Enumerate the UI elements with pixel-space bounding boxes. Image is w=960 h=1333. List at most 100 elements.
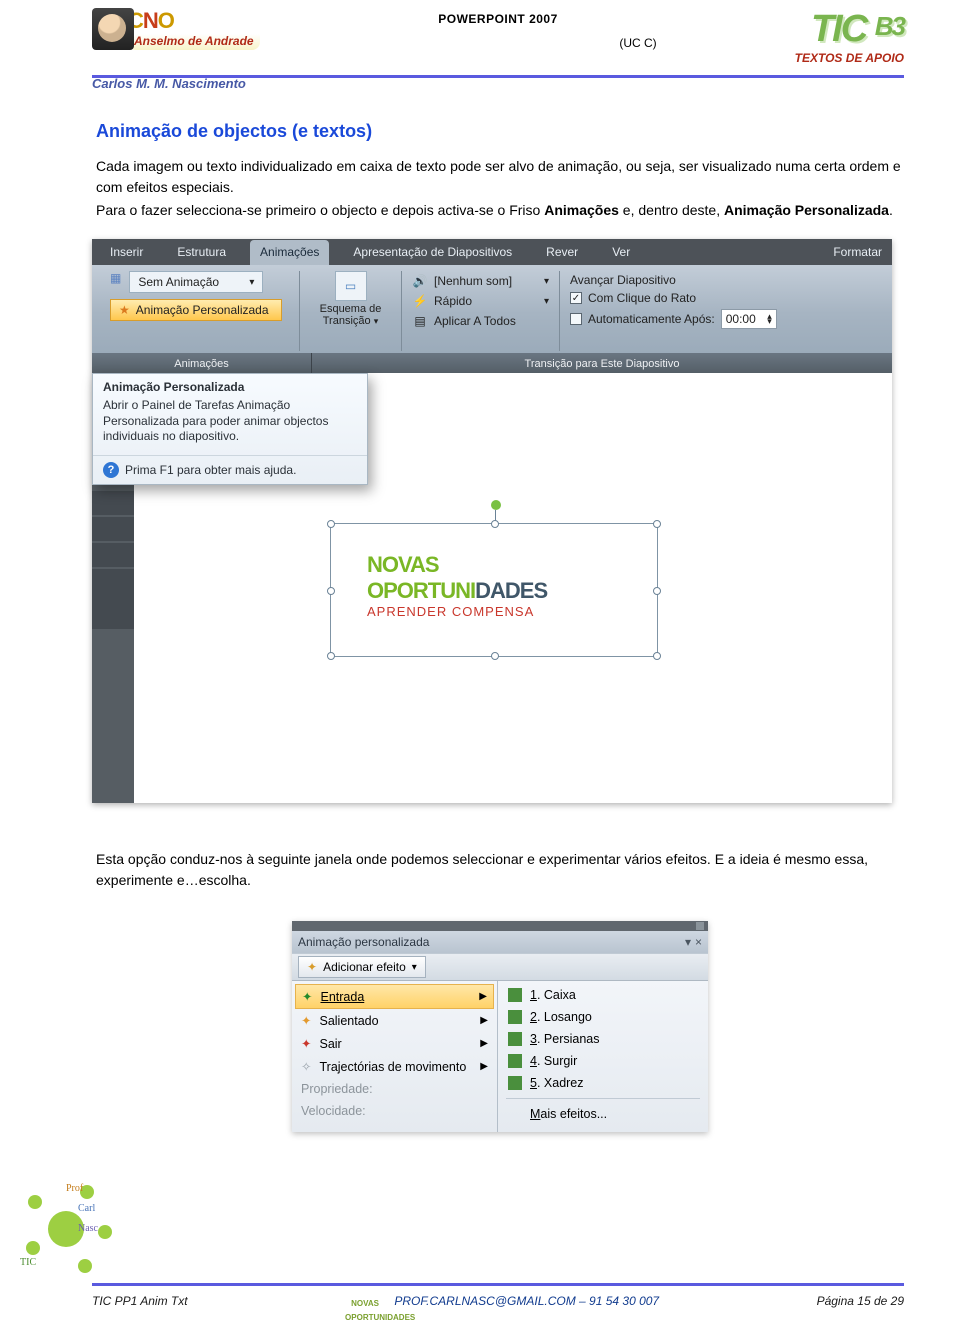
effect-category-menu: ✦ Entrada ▶ ✦ Salientado ▶ ✦ Sair ▶	[292, 981, 498, 1132]
auto-after-time[interactable]: 00:00▴▾	[721, 309, 777, 329]
apply-all-icon: ▤	[412, 313, 428, 329]
slide-thumb[interactable]	[92, 543, 134, 567]
section-heading: Animação de objectos (e textos)	[96, 121, 904, 142]
speed-label: Velocidade:	[295, 1100, 494, 1122]
page-header: CNO Anselmo de Andrade POWERPOINT 2007 (…	[92, 8, 904, 78]
resize-handle[interactable]	[327, 587, 335, 595]
menu-item-salientado[interactable]: ✦ Salientado ▶	[295, 1009, 494, 1032]
effect-icon	[508, 1032, 522, 1046]
submenu-arrow-icon: ▶	[480, 1038, 488, 1049]
body-text: Esta opção conduz-nos à seguinte janela …	[96, 849, 904, 891]
scroll-up-icon	[696, 922, 704, 930]
star-icon: ✧	[301, 1059, 311, 1074]
preview-icon: ▦	[110, 271, 121, 285]
tab-estrutura[interactable]: Estrutura	[167, 240, 236, 265]
ribbon-screenshot: Inserir Estrutura Animações Apresentação…	[92, 239, 892, 803]
add-effect-button[interactable]: ✦ Adicionar efeito ▾	[298, 956, 426, 978]
star-icon: ✦	[307, 960, 317, 974]
checkbox-mouse-click[interactable]: ✓	[570, 292, 582, 304]
resize-handle[interactable]	[653, 652, 661, 660]
selected-object[interactable]: NOVAS OPORTUNIDADES APRENDER COMPENSA	[330, 523, 658, 657]
menu-item-entrada[interactable]: ✦ Entrada ▶	[295, 984, 494, 1009]
ribbon-group-advance: Avançar Diapositivo ✓Com Clique do Rato …	[560, 271, 860, 351]
footer-right: Página 15 de 29	[817, 1294, 904, 1309]
animation-dropdown[interactable]: Sem Animação▾	[129, 271, 263, 293]
effect-icon	[508, 1054, 522, 1068]
tooltip: Animação Personalizada Abrir o Painel de…	[92, 373, 368, 485]
body-text: Para o fazer selecciona-se primeiro o ob…	[96, 200, 904, 221]
effect-more[interactable]: Mais efeitos...	[498, 1103, 708, 1125]
author-name: Carlos M. M. Nascimento	[92, 76, 904, 91]
star-icon: ✦	[302, 989, 312, 1004]
effect-xadrez[interactable]: 5. Xadrez	[498, 1072, 708, 1094]
ribbon-group-transition-scheme: ▭ Esquema de Transição ▾	[300, 271, 402, 351]
effect-caixa[interactable]: 1. Caixa	[498, 984, 708, 1006]
effect-icon	[508, 1076, 522, 1090]
submenu-arrow-icon: ▶	[480, 1061, 488, 1072]
menu-item-sair[interactable]: ✦ Sair ▶	[295, 1032, 494, 1055]
star-icon: ✦	[301, 1036, 311, 1051]
speed-icon: ⚡	[412, 293, 428, 309]
footer-center: NOVASOPORTUNIDADES PROF.CARLNASC@GMAIL.C…	[188, 1294, 817, 1309]
custom-animation-button[interactable]: ★ Animação Personalizada	[110, 299, 282, 321]
resize-handle[interactable]	[327, 520, 335, 528]
effect-icon	[508, 988, 522, 1002]
tic-logo: TIC B3	[811, 8, 904, 50]
resize-handle[interactable]	[491, 652, 499, 660]
close-icon[interactable]: ×	[695, 935, 702, 949]
body-text: Cada imagem ou texto individualizado em …	[96, 156, 904, 198]
dropdown-icon[interactable]: ▾	[685, 935, 691, 949]
chevron-down-icon: ▾	[412, 962, 417, 973]
tab-inserir[interactable]: Inserir	[100, 240, 153, 265]
footer-left: TIC PP1 Anim Txt	[92, 1294, 188, 1309]
tab-ver[interactable]: Ver	[602, 240, 640, 265]
support-label: TEXTOS DE APOIO	[795, 51, 904, 65]
tab-apresentacao[interactable]: Apresentação de Diapositivos	[343, 240, 522, 265]
effect-submenu: 1. Caixa 2. Losango 3. Persianas 4. Surg…	[498, 981, 708, 1132]
tooltip-body: Abrir o Painel de Tarefas Animação Perso…	[93, 398, 367, 455]
novas-logo: NOVAS OPORTUNIDADES APRENDER COMPENSA	[367, 552, 657, 619]
checkbox-auto-after[interactable]	[570, 313, 582, 325]
tab-formatar[interactable]: Formatar	[823, 240, 892, 265]
ribbon-group-animations: ▦ Sem Animação▾ ★ Animação Personalizada	[100, 271, 300, 351]
resize-handle[interactable]	[491, 520, 499, 528]
tooltip-title: Animação Personalizada	[93, 374, 367, 398]
effect-losango[interactable]: 2. Losango	[498, 1006, 708, 1028]
transition-thumb[interactable]: ▭	[335, 271, 367, 301]
animation-pane-screenshot: Animação personalizada ▾× ✦ Adicionar ef…	[292, 921, 708, 1132]
resize-handle[interactable]	[653, 587, 661, 595]
resize-handle[interactable]	[653, 520, 661, 528]
effect-persianas[interactable]: 3. Persianas	[498, 1028, 708, 1050]
tab-animacoes[interactable]: Animações	[250, 240, 329, 265]
ribbon-tabs: Inserir Estrutura Animações Apresentação…	[92, 239, 892, 265]
advance-slide-label: Avançar Diapositivo	[570, 273, 676, 287]
group-title: Animações	[92, 353, 312, 375]
pane-titlebar: Animação personalizada ▾×	[292, 931, 708, 953]
chevron-down-icon: ▾	[544, 296, 549, 307]
profcarlnasc-logo: Prof Carl Nasc TIC	[20, 1183, 120, 1273]
chevron-down-icon: ▾	[544, 276, 549, 287]
prop-label: Propriedade:	[295, 1078, 494, 1100]
resize-handle[interactable]	[327, 652, 335, 660]
chevron-down-icon: ▾	[374, 316, 379, 326]
doc-title: POWERPOINT 2007	[92, 12, 904, 26]
tab-rever[interactable]: Rever	[536, 240, 588, 265]
effect-surgir[interactable]: 4. Surgir	[498, 1050, 708, 1072]
slide-thumb[interactable]	[92, 491, 134, 515]
chevron-down-icon: ▾	[249, 277, 254, 288]
menu-item-trajectorias[interactable]: ✧ Trajectórias de movimento ▶	[295, 1055, 494, 1078]
submenu-arrow-icon: ▶	[479, 991, 487, 1002]
rotate-handle[interactable]	[491, 500, 501, 510]
tooltip-help: Prima F1 para obter mais ajuda.	[125, 463, 296, 477]
slide-thumb[interactable]	[92, 517, 134, 541]
group-title: Transição para Este Diapositivo	[312, 353, 892, 375]
submenu-arrow-icon: ▶	[480, 1015, 488, 1026]
effect-icon	[508, 1010, 522, 1024]
slide-canvas: Animação Personalizada Abrir o Painel de…	[92, 373, 892, 803]
slide-thumb[interactable]	[92, 569, 134, 629]
sound-icon: 🔊	[412, 273, 428, 289]
help-icon: ?	[103, 462, 119, 478]
star-icon: ✦	[301, 1013, 311, 1028]
ribbon-group-sound: 🔊[Nenhum som] ▾ ⚡Rápido ▾ ▤Aplicar A Tod…	[402, 271, 560, 351]
star-icon: ★	[119, 303, 130, 317]
